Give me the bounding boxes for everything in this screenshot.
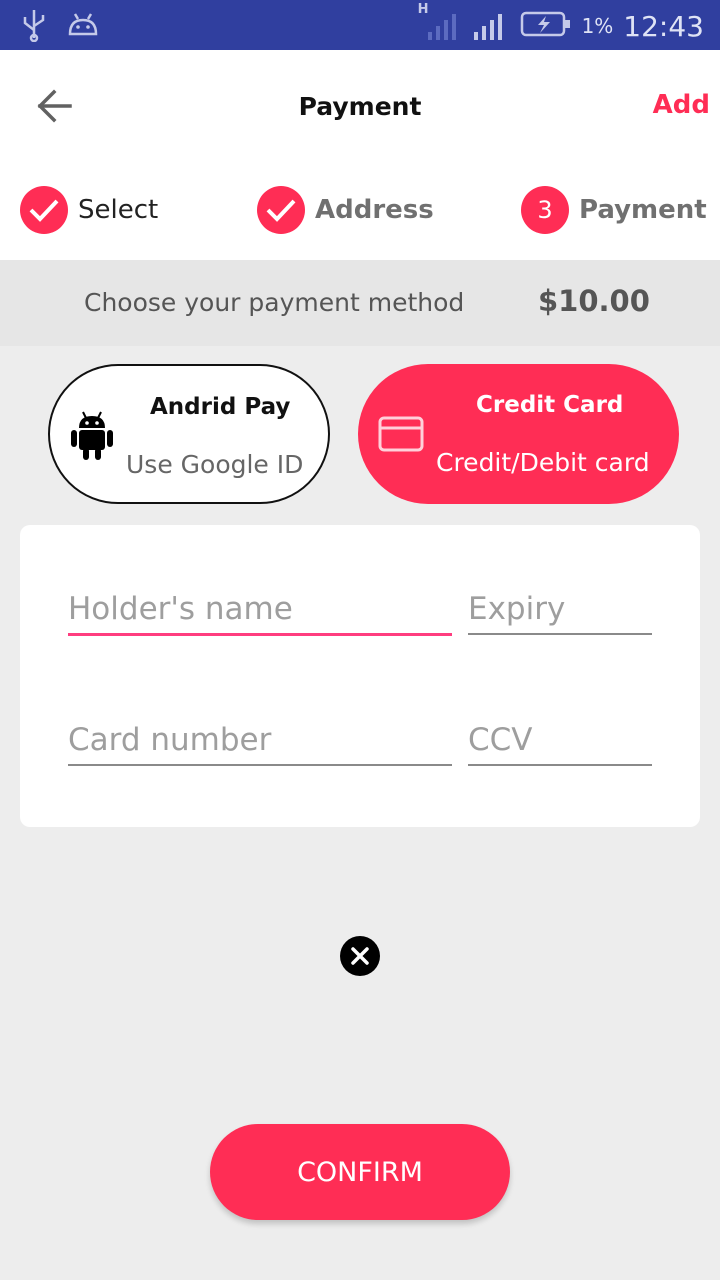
signal-icon	[470, 6, 510, 46]
signal-icon: H	[418, 2, 460, 46]
header: Payment Add Select Address 3 Payment	[0, 50, 720, 260]
android-debug-icon	[66, 8, 100, 46]
battery-charging-icon	[520, 9, 572, 43]
step-label: Payment	[579, 195, 707, 225]
status-time: 12:43	[623, 9, 704, 43]
checkout-stepper: Select Address 3 Payment	[0, 186, 720, 238]
step-payment[interactable]: 3 Payment	[521, 186, 707, 234]
step-label: Address	[315, 195, 434, 225]
add-button[interactable]: Add	[653, 90, 710, 120]
page-title: Payment	[298, 92, 422, 121]
close-button[interactable]	[340, 936, 380, 976]
payment-prompt: Choose your payment method	[84, 288, 465, 317]
step-select[interactable]: Select	[20, 186, 158, 234]
step-address[interactable]: Address	[257, 186, 434, 234]
ccv-input[interactable]	[468, 722, 652, 766]
step-label: Select	[78, 195, 159, 225]
payment-amount: $10.00	[538, 284, 650, 318]
check-icon	[20, 186, 68, 234]
step-number: 3	[521, 186, 569, 234]
close-icon	[351, 947, 369, 965]
back-button[interactable]	[32, 86, 80, 126]
payment-summary: Choose your payment method $10.00	[0, 260, 720, 346]
card-number-input[interactable]	[68, 722, 452, 766]
network-type-label: H	[417, 2, 429, 17]
option-title: Andrid Pay	[150, 394, 291, 420]
confirm-button[interactable]: CONFIRM	[210, 1124, 510, 1220]
option-subtitle: Use Google ID	[126, 450, 304, 479]
check-icon	[257, 186, 305, 234]
expiry-input[interactable]	[468, 591, 652, 635]
option-title: Credit Card	[476, 392, 624, 418]
usb-icon	[20, 8, 48, 46]
credit-card-option[interactable]: Credit Card Credit/Debit card	[358, 364, 679, 504]
battery-percent: 1%	[581, 14, 614, 38]
credit-card-icon	[378, 416, 424, 456]
status-bar: H 1% 12:43	[0, 0, 720, 50]
android-pay-option[interactable]: Andrid Pay Use Google ID	[48, 364, 330, 504]
arrow-left-icon	[37, 89, 72, 123]
holder-name-input[interactable]	[68, 591, 452, 636]
android-icon	[70, 410, 114, 464]
card-form	[20, 525, 700, 827]
option-subtitle: Credit/Debit card	[436, 448, 650, 477]
